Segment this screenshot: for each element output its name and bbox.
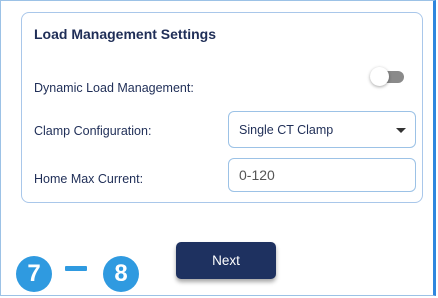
dynamic-load-label: Dynamic Load Management: [34,81,194,95]
toggle-knob [370,67,389,86]
next-button[interactable]: Next [176,242,276,279]
card-title: Load Management Settings [34,26,217,42]
chevron-down-icon [396,128,406,133]
clamp-config-select[interactable]: Single CT Clamp [228,111,416,148]
clamp-config-label: Clamp Configuration: [34,124,152,138]
dynamic-load-toggle[interactable] [370,67,408,86]
home-max-current-label: Home Max Current: [34,172,144,186]
step-dash [65,266,87,271]
step-badge-to: 8 [103,256,139,292]
load-management-card: Load Management Settings Dynamic Load Ma… [21,12,423,203]
clamp-config-value: Single CT Clamp [239,123,334,137]
home-max-current-input[interactable] [228,158,416,192]
step-badge-from: 7 [16,256,52,292]
